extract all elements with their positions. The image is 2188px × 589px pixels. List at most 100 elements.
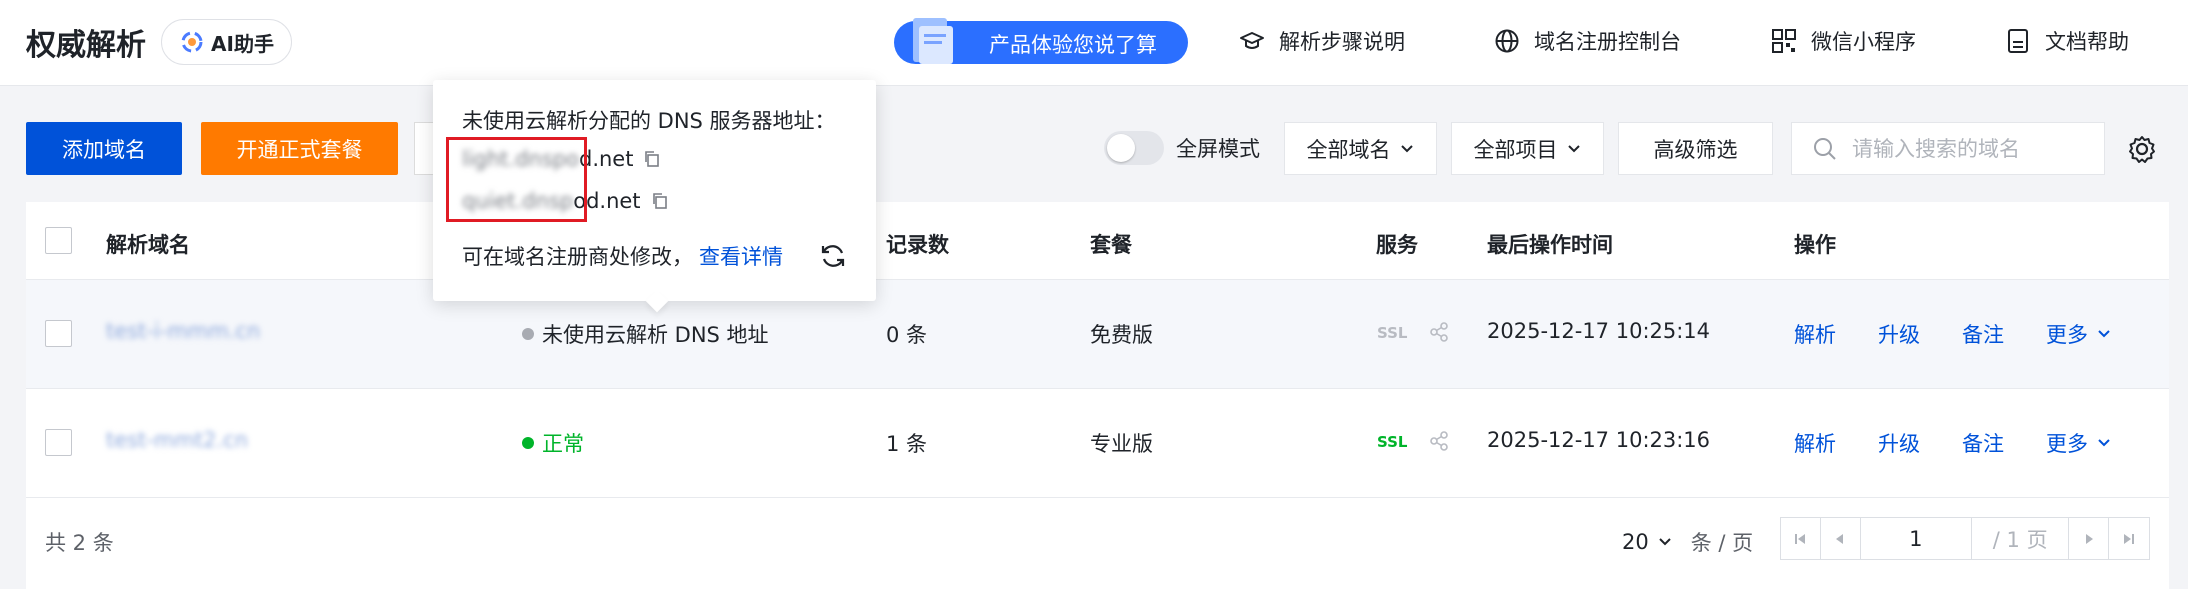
app-title: 权威解析 — [26, 28, 146, 63]
note-link[interactable]: 备注 — [1962, 428, 2004, 458]
column-header-plan: 套餐 — [1090, 233, 1132, 257]
last-operation-time: 2025-12-17 10:23:16 — [1487, 428, 1711, 452]
next-page-icon — [2085, 533, 2093, 544]
document-icon — [2008, 29, 2028, 53]
refresh-icon[interactable] — [819, 242, 847, 270]
ssl-badge[interactable]: SSL — [1377, 324, 1408, 342]
plan-name: 免费版 — [1090, 323, 1153, 347]
feedback-doc-icon — [913, 18, 953, 64]
open-plan-button[interactable]: 开通正式套餐 — [201, 122, 398, 175]
promo-label: 产品体验您说了算 — [989, 33, 1157, 57]
chevron-down-icon — [2098, 439, 2110, 447]
upgrade-link[interactable]: 升级 — [1878, 428, 1920, 458]
share-nodes-icon[interactable] — [1428, 430, 1450, 452]
advanced-filter-label: 高级筛选 — [1653, 137, 1738, 162]
project-filter-label: 全部项目 — [1473, 137, 1558, 162]
ai-assistant-label: AI助手 — [211, 31, 274, 56]
last-operation-time: 2025-12-17 10:25:14 — [1487, 319, 1711, 343]
total-count: 共 2 条 — [45, 531, 114, 555]
row-checkbox[interactable] — [45, 320, 72, 347]
status-dot — [522, 328, 534, 340]
last-page-icon — [2124, 533, 2135, 544]
ssl-badge[interactable]: SSL — [1377, 433, 1408, 451]
prev-page-button[interactable] — [1821, 518, 1861, 559]
domain-table: 解析域名 记录数 套餐 服务 最后操作时间 操作 test-i-mmm.cn 未… — [26, 202, 2169, 589]
resolve-link[interactable]: 解析 — [1794, 428, 1836, 458]
chevron-down-icon — [2098, 330, 2110, 338]
nav-label: 文档帮助 — [2045, 30, 2129, 54]
advanced-filter-button[interactable]: 高级筛选 — [1618, 122, 1773, 175]
ai-sparkle-icon — [181, 31, 203, 53]
view-details-link[interactable]: 查看详情 — [699, 241, 783, 271]
resolve-link[interactable]: 解析 — [1794, 319, 1836, 349]
status-text: 正常 — [542, 432, 584, 456]
popover-footer-text: 可在域名注册商处修改， — [462, 245, 693, 269]
more-label: 更多 — [2046, 432, 2088, 456]
dns-server-popover: 未使用云解析分配的 DNS 服务器地址： light.dnspo d.net qu… — [433, 80, 876, 313]
page-size-select[interactable]: 20 条 / 页 — [1622, 527, 1753, 557]
first-page-icon — [1795, 533, 1806, 544]
toggle-knob — [1107, 134, 1135, 162]
column-header-domain: 解析域名 — [106, 233, 190, 257]
column-header-records: 记录数 — [886, 233, 949, 257]
status-text: 未使用云解析 DNS 地址 — [542, 323, 769, 347]
fullscreen-label: 全屏模式 — [1176, 137, 1260, 161]
record-count: 0 条 — [886, 323, 928, 347]
table-header: 解析域名 记录数 套餐 服务 最后操作时间 操作 — [26, 202, 2169, 280]
more-dropdown[interactable]: 更多 — [2046, 319, 2112, 349]
chevron-down-icon — [1400, 144, 1413, 152]
search-input[interactable] — [1852, 136, 2092, 161]
more-label: 更多 — [2046, 323, 2088, 347]
copy-icon[interactable] — [643, 150, 661, 168]
status-badge: 正常 — [522, 428, 584, 458]
column-header-actions: 操作 — [1794, 233, 1836, 257]
first-page-button[interactable] — [1781, 518, 1821, 559]
domain-filter-select[interactable]: 全部域名 — [1284, 122, 1437, 175]
chevron-down-icon — [1567, 144, 1580, 152]
domain-link[interactable]: test-mmt2.cn — [106, 428, 248, 452]
nav-docs-help[interactable]: 文档帮助 — [2005, 26, 2129, 56]
share-nodes-icon[interactable] — [1428, 321, 1450, 343]
column-header-service: 服务 — [1376, 233, 1418, 257]
next-page-button[interactable] — [2069, 518, 2110, 559]
add-domain-button[interactable]: 添加域名 — [26, 122, 182, 175]
chevron-down-icon — [1659, 538, 1671, 546]
domain-search — [1791, 122, 2105, 175]
last-page-button[interactable] — [2109, 518, 2149, 559]
fullscreen-toggle-group: 全屏模式 — [1104, 131, 1260, 165]
nav-label: 解析步骤说明 — [1279, 30, 1405, 54]
fullscreen-toggle[interactable] — [1104, 131, 1164, 165]
page-size-unit: 条 / 页 — [1690, 531, 1754, 555]
gear-icon[interactable] — [2127, 134, 2157, 164]
nav-label: 域名注册控制台 — [1534, 30, 1681, 54]
row-checkbox[interactable] — [45, 429, 72, 456]
dns-suffix: d.net — [578, 147, 634, 171]
plan-name: 专业版 — [1090, 432, 1153, 456]
pagination: 1 / 1 页 — [1780, 517, 2150, 560]
domain-filter-label: 全部域名 — [1306, 137, 1391, 162]
prev-page-icon — [1836, 533, 1844, 544]
note-link[interactable]: 备注 — [1962, 319, 2004, 349]
select-all-checkbox[interactable] — [45, 227, 72, 254]
popover-title: 未使用云解析分配的 DNS 服务器地址： — [462, 109, 836, 133]
more-dropdown[interactable]: 更多 — [2046, 428, 2112, 458]
domain-link[interactable]: test-i-mmm.cn — [106, 319, 260, 343]
nav-wechat-miniprogram[interactable]: 微信小程序 — [1771, 26, 1916, 56]
status-dot — [522, 437, 534, 449]
nav-steps-guide[interactable]: 解析步骤说明 — [1239, 26, 1405, 56]
upgrade-link[interactable]: 升级 — [1878, 319, 1920, 349]
graduation-cap-icon — [1240, 32, 1264, 49]
ai-assistant-button[interactable]: AI助手 — [161, 19, 292, 65]
nav-domain-console[interactable]: 域名注册控制台 — [1494, 26, 1681, 56]
table-row: test-i-mmm.cn 未使用云解析 DNS 地址 0 条 免费版 SSL … — [26, 280, 2169, 389]
highlight-box — [446, 137, 587, 222]
current-page-input[interactable]: 1 — [1861, 518, 1972, 559]
total-pages: / 1 页 — [1972, 518, 2070, 559]
nav-label: 微信小程序 — [1811, 30, 1916, 54]
promo-feedback-button[interactable]: 产品体验您说了算 — [894, 18, 1188, 64]
project-filter-select[interactable]: 全部项目 — [1451, 122, 1604, 175]
qrcode-icon — [1772, 29, 1796, 53]
popover-footer: 可在域名注册商处修改， 查看详情 — [462, 241, 847, 271]
table-row: test-mmt2.cn 正常 1 条 专业版 SSL 2025-12-17 1… — [26, 389, 2169, 498]
copy-icon[interactable] — [651, 192, 669, 210]
